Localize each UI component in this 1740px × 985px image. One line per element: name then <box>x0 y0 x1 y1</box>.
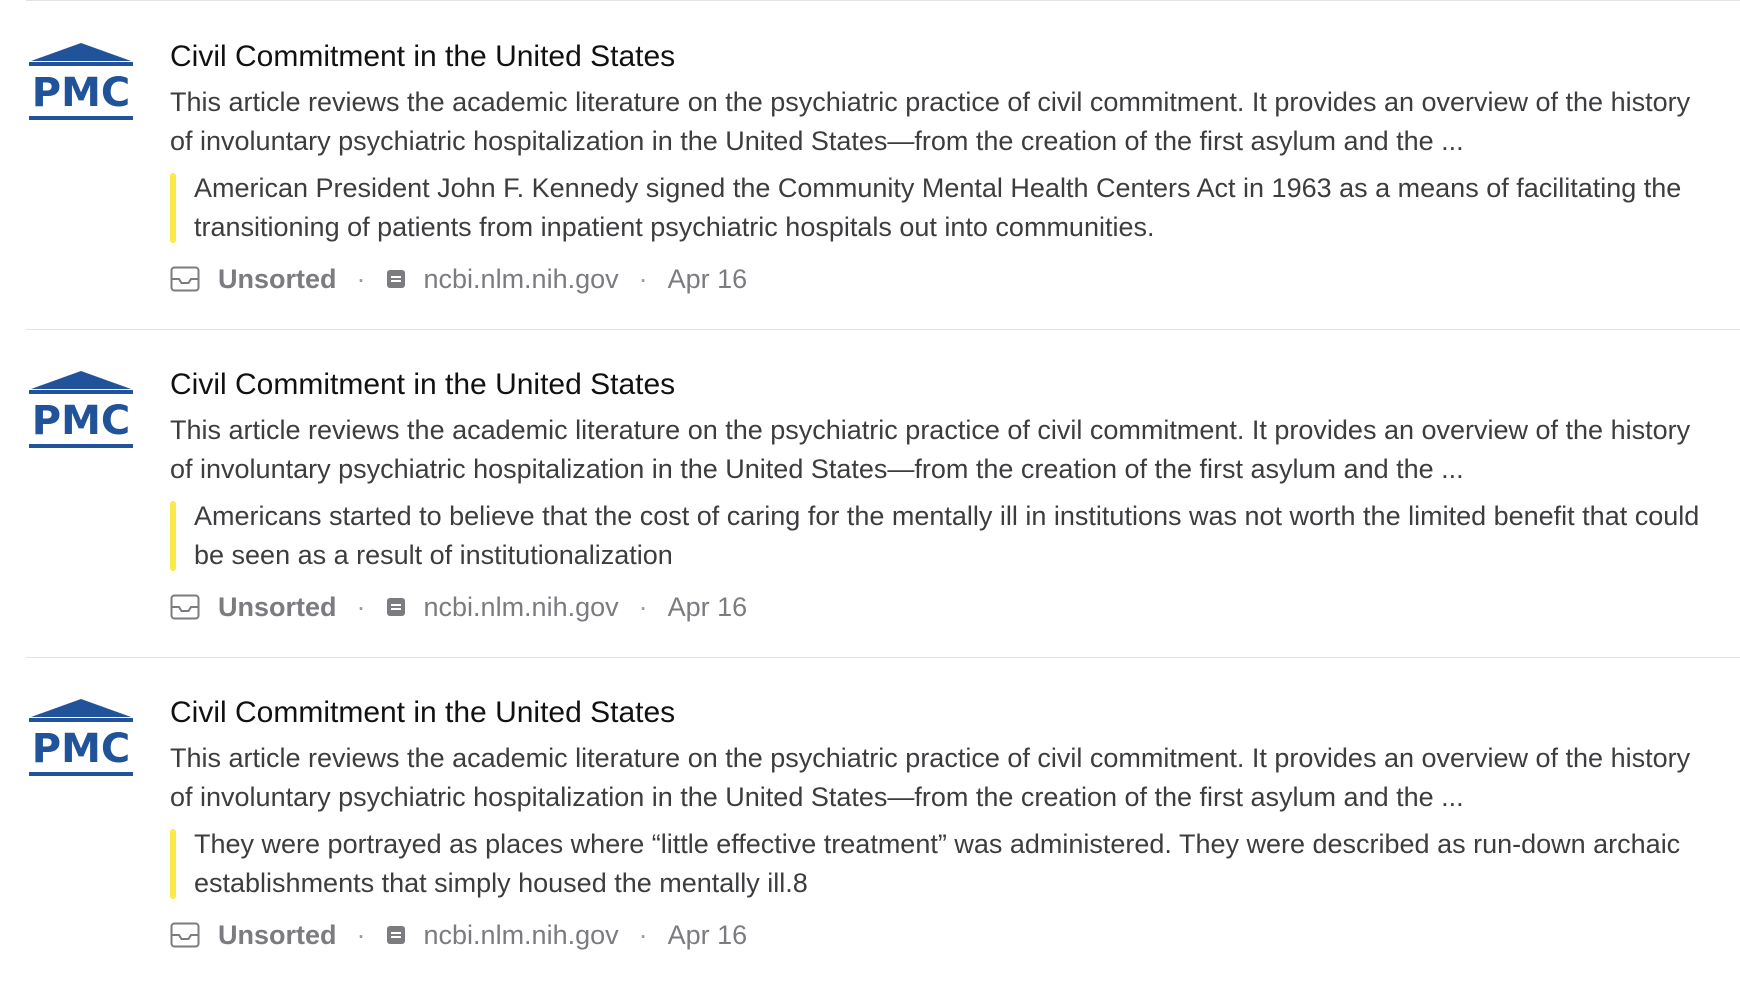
pmc-logo-icon: PMC <box>27 369 135 453</box>
highlight-marker <box>170 501 176 571</box>
document-icon <box>386 270 405 288</box>
meta-separator: · <box>356 591 366 622</box>
bookmark-list: PMC Civil Commitment in the United State… <box>0 1 1740 985</box>
source-domain[interactable]: ncbi.nlm.nih.gov <box>424 264 619 295</box>
saved-date: Apr 16 <box>667 263 748 294</box>
item-excerpt: This article reviews the academic litera… <box>170 87 1691 156</box>
inbox-tray-icon <box>170 594 200 620</box>
highlight-text: Americans started to believe that the co… <box>194 501 1700 570</box>
pmc-logo-text: PMC <box>32 726 130 772</box>
list-item-content: Civil Commitment in the United States Th… <box>170 31 1740 297</box>
meta-separator: · <box>638 591 648 622</box>
meta-separator: · <box>356 919 366 950</box>
list-item[interactable]: PMC Civil Commitment in the United State… <box>0 1 1740 329</box>
document-icon <box>386 598 405 616</box>
list-item-content: Civil Commitment in the United States Th… <box>170 687 1740 953</box>
inbox-tray-icon <box>170 922 200 948</box>
list-item-content: Civil Commitment in the United States Th… <box>170 359 1740 625</box>
folder-label[interactable]: Unsorted <box>218 264 337 295</box>
document-icon <box>386 926 405 944</box>
item-highlight[interactable]: They were portrayed as places where “lit… <box>170 825 1724 903</box>
item-highlight[interactable]: American President John F. Kennedy signe… <box>170 169 1724 247</box>
folder-label[interactable]: Unsorted <box>218 920 337 951</box>
item-excerpt: This article reviews the academic litera… <box>170 743 1691 812</box>
item-excerpt: This article reviews the academic litera… <box>170 415 1691 484</box>
item-meta: Unsorted · ncbi.nlm.nih.gov · Apr 16 <box>170 589 1740 625</box>
highlight-marker <box>170 829 176 899</box>
saved-date: Apr 16 <box>667 591 748 622</box>
folder-label[interactable]: Unsorted <box>218 592 337 623</box>
list-item[interactable]: PMC Civil Commitment in the United State… <box>0 329 1740 657</box>
pmc-logo-icon: PMC <box>27 697 135 781</box>
meta-separator: · <box>638 919 648 950</box>
item-meta: Unsorted · ncbi.nlm.nih.gov · Apr 16 <box>170 917 1740 953</box>
item-meta: Unsorted · ncbi.nlm.nih.gov · Apr 16 <box>170 261 1740 297</box>
pmc-logo-icon: PMC <box>27 41 135 125</box>
meta-separator: · <box>356 263 366 294</box>
list-item[interactable]: PMC Civil Commitment in the United State… <box>0 657 1740 985</box>
saved-date: Apr 16 <box>667 919 748 950</box>
inbox-tray-icon <box>170 266 200 292</box>
source-domain[interactable]: ncbi.nlm.nih.gov <box>424 920 619 951</box>
source-domain[interactable]: ncbi.nlm.nih.gov <box>424 592 619 623</box>
pmc-logo-text: PMC <box>32 398 130 444</box>
highlight-marker <box>170 173 176 243</box>
pmc-logo-text: PMC <box>32 70 130 116</box>
item-highlight[interactable]: Americans started to believe that the co… <box>170 497 1724 575</box>
highlight-text: American President John F. Kennedy signe… <box>194 173 1682 242</box>
item-title[interactable]: Civil Commitment in the United States <box>170 31 1740 83</box>
highlight-text: They were portrayed as places where “lit… <box>194 829 1681 898</box>
item-title[interactable]: Civil Commitment in the United States <box>170 687 1740 739</box>
meta-separator: · <box>638 263 648 294</box>
item-title[interactable]: Civil Commitment in the United States <box>170 359 1740 411</box>
